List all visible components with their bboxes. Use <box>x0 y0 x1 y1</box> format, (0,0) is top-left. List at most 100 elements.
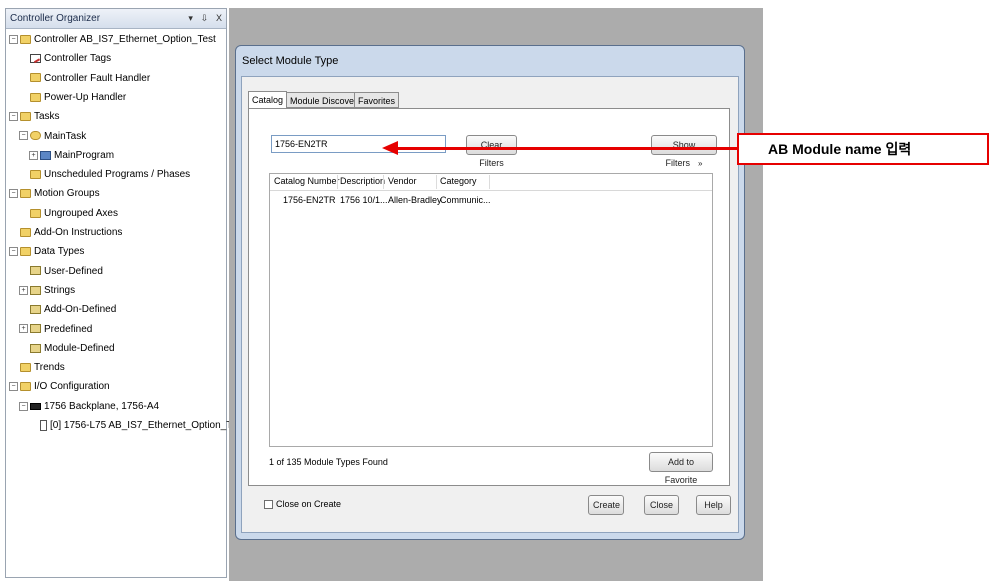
tree-node[interactable]: − MainTask <box>19 129 86 145</box>
create-button[interactable]: Create <box>588 495 624 515</box>
cell-category: Communic... <box>440 195 491 205</box>
tree-node-label: Controller Tags <box>44 53 112 65</box>
organizer-tree: − Controller AB_IS7_Ethernet_Option_Test C… <box>6 29 245 569</box>
collapse-icon[interactable]: − <box>9 247 18 257</box>
tab-favorites[interactable]: Favorites <box>354 92 400 108</box>
tree-node[interactable]: − Tasks <box>9 109 60 125</box>
task-icon <box>30 131 41 141</box>
folder-icon <box>20 227 31 237</box>
tree-node[interactable]: Trends <box>9 360 65 376</box>
collapse-icon[interactable]: − <box>9 112 18 122</box>
tree-node[interactable]: − Controller AB_IS7_Ethernet_Option_Test <box>9 32 216 48</box>
folder-icon <box>30 92 41 102</box>
tree-node[interactable]: [0] 1756-L75 AB_IS7_Ethernet_Option_Test <box>29 418 245 434</box>
udt-icon <box>30 285 41 295</box>
folder-icon <box>30 169 41 179</box>
tree-node-label: Add-On-Defined <box>44 304 117 316</box>
tree-node[interactable]: − I/O Configuration <box>9 379 110 395</box>
tab-catalog[interactable]: Catalog <box>248 91 288 109</box>
tree-node[interactable]: User-Defined <box>19 264 103 280</box>
tree-node-label: MainProgram <box>54 149 115 161</box>
close-icon[interactable]: X <box>216 13 222 23</box>
folder-icon <box>20 247 31 257</box>
cpu-icon <box>40 419 47 431</box>
tree-node-label: Module-Defined <box>44 342 115 354</box>
show-filters-label: Show Filters <box>665 140 696 168</box>
column-divider <box>337 175 338 189</box>
column-header-category[interactable]: Category <box>440 176 477 186</box>
udt-icon <box>30 324 41 334</box>
column-header-vendor[interactable]: Vendor <box>388 176 417 186</box>
dialog-body: Catalog Module Discovery Favorites Clear… <box>241 76 739 533</box>
tree-node[interactable]: Add-On-Defined <box>19 302 116 318</box>
controller-organizer-panel: Controller Organizer ▾ ⇩ X − Controller A… <box>5 8 245 578</box>
module-list: Catalog Number Description Vendor Catego… <box>269 173 713 447</box>
collapse-icon[interactable]: − <box>9 189 18 199</box>
help-button[interactable]: Help <box>696 495 731 515</box>
tree-node-label: Data Types <box>34 246 85 258</box>
tree-node-label: Trends <box>34 362 65 374</box>
select-module-type-dialog: Select Module Type Catalog Module Discov… <box>235 45 745 540</box>
folder-icon <box>30 208 41 218</box>
tree-node[interactable]: + Strings <box>19 283 75 299</box>
annotation-callout: AB Module name 입력 <box>737 133 989 165</box>
tree-node-label: Tasks <box>34 111 60 123</box>
tree-node[interactable]: − 1756 Backplane, 1756-A4 <box>19 399 159 415</box>
collapse-icon[interactable]: − <box>19 401 28 411</box>
collapse-icon[interactable]: − <box>9 34 18 44</box>
pin-icon[interactable]: ⇩ <box>201 13 209 23</box>
column-divider <box>436 175 437 189</box>
expand-icon[interactable]: + <box>19 285 28 295</box>
column-divider <box>489 175 490 189</box>
tag-icon <box>30 54 41 64</box>
backplane-icon <box>30 402 41 410</box>
cell-catalog-number: 1756-EN2TR <box>283 195 336 205</box>
tree-node-label: Ungrouped Axes <box>44 207 118 219</box>
tree-node[interactable]: Ungrouped Axes <box>19 206 118 222</box>
dropdown-icon[interactable]: ▾ <box>188 13 193 23</box>
tree-node[interactable]: − Data Types <box>9 244 84 260</box>
tree-node-label: MainTask <box>44 130 87 142</box>
tree-node-label: Power-Up Handler <box>44 91 127 103</box>
collapse-icon[interactable]: − <box>19 131 28 141</box>
tree-node[interactable]: Power-Up Handler <box>19 90 126 106</box>
tree-node-label: Motion Groups <box>34 188 100 200</box>
module-count-status: 1 of 135 Module Types Found <box>269 457 388 467</box>
folder-icon <box>20 382 31 392</box>
add-to-favorite-button[interactable]: Add to Favorite <box>649 452 713 485</box>
tree-node[interactable]: Add-On Instructions <box>9 225 122 241</box>
tree-node-label: User-Defined <box>44 265 103 277</box>
column-header-description[interactable]: Description <box>340 176 385 186</box>
folder-icon <box>20 34 31 44</box>
checkbox-icon[interactable] <box>264 499 273 509</box>
close-on-create-checkbox[interactable]: Close on Create <box>264 499 341 509</box>
close-on-create-label: Close on Create <box>276 499 342 509</box>
tree-node[interactable]: Controller Tags <box>19 51 111 67</box>
tree-node[interactable]: + MainProgram <box>29 148 114 164</box>
tree-node[interactable]: Unscheduled Programs / Phases <box>19 167 190 183</box>
tree-node-label: Unscheduled Programs / Phases <box>44 169 191 181</box>
clear-filters-button[interactable]: Clear Filters <box>466 135 517 168</box>
annotation-arrow-line <box>395 147 737 150</box>
show-filters-button[interactable]: Show Filters» <box>651 135 717 168</box>
udt-icon <box>30 343 41 353</box>
module-search-input[interactable] <box>271 135 446 153</box>
tree-node[interactable]: Module-Defined <box>19 341 115 357</box>
list-header: Catalog Number Description Vendor Catego… <box>270 174 712 191</box>
tree-node-label: Predefined <box>44 323 93 335</box>
expand-icon[interactable]: + <box>19 324 28 334</box>
close-button[interactable]: Close <box>644 495 679 515</box>
udt-icon <box>30 305 41 315</box>
folder-icon <box>20 189 31 199</box>
tree-node-label: [0] 1756-L75 AB_IS7_Ethernet_Option_Test <box>50 420 245 431</box>
collapse-icon[interactable]: − <box>9 382 18 392</box>
tree-node[interactable]: − Motion Groups <box>9 186 100 202</box>
organizer-title: Controller Organizer <box>10 13 101 24</box>
column-header-catalog-number[interactable]: Catalog Number <box>274 176 340 186</box>
tree-node[interactable]: + Predefined <box>19 322 92 338</box>
udt-icon <box>30 266 41 276</box>
expand-icon[interactable]: + <box>29 150 38 160</box>
tree-node[interactable]: Controller Fault Handler <box>19 71 150 87</box>
tree-node-label: I/O Configuration <box>34 381 110 393</box>
folder-icon <box>30 73 41 83</box>
